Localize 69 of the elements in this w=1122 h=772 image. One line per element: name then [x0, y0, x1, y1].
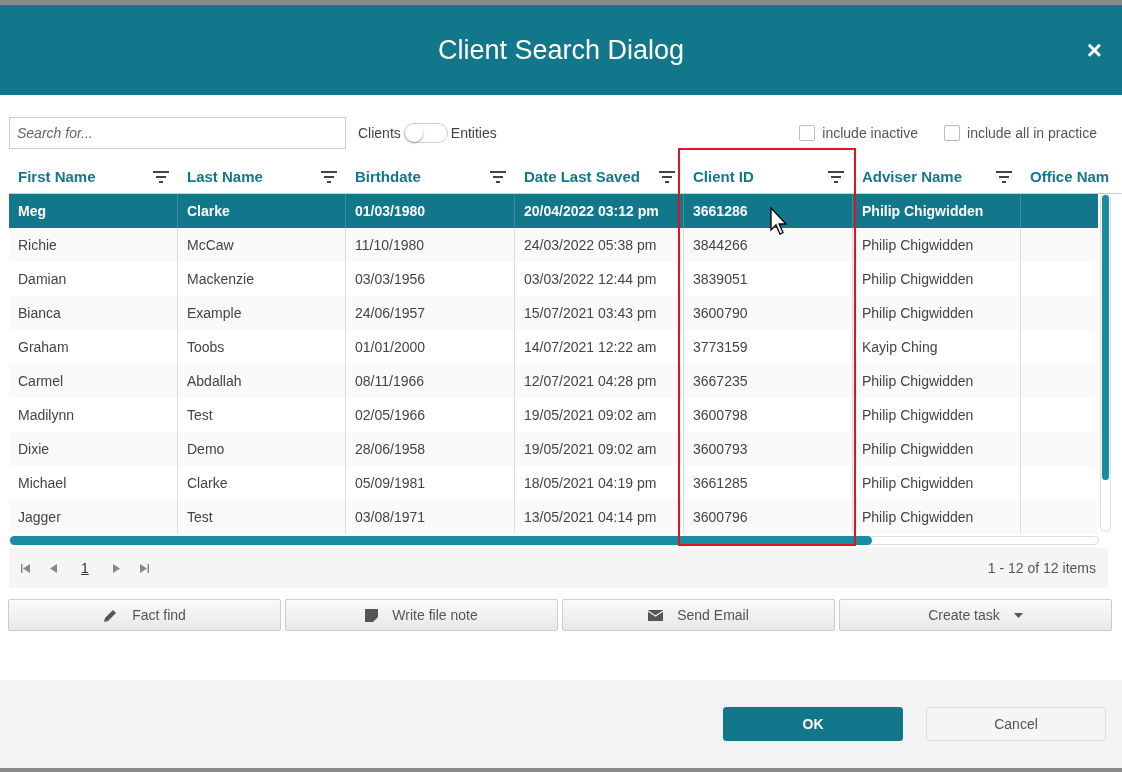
table-cell[interactable]: Philip Chigwidden [853, 296, 1021, 330]
table-cell[interactable]: Meg [9, 194, 178, 228]
first-page-icon[interactable] [21, 563, 30, 573]
table-cell[interactable]: Example [178, 296, 346, 330]
ok-button[interactable]: OK [723, 707, 903, 741]
table-cell[interactable]: 13/05/2021 04:14 pm [515, 500, 684, 534]
action-button[interactable]: Write file note [285, 599, 558, 631]
table-cell[interactable]: 12/07/2021 04:28 pm [515, 364, 684, 398]
filter-icon[interactable] [321, 170, 337, 183]
table-cell[interactable]: 28/06/1958 [346, 432, 515, 466]
action-button[interactable]: Fact find [8, 599, 281, 631]
checkbox[interactable] [944, 125, 961, 141]
table-cell[interactable]: 03/08/1971 [346, 500, 515, 534]
table-cell[interactable]: Test [178, 500, 346, 534]
table-cell[interactable]: Philip Chigwidden [853, 364, 1021, 398]
table-cell[interactable]: Philip Chigwidden [853, 500, 1021, 534]
table-cell[interactable]: 11/10/1980 [346, 228, 515, 262]
cursor-icon [770, 207, 788, 235]
last-page-icon[interactable] [139, 563, 149, 573]
table-cell[interactable]: 20/04/2022 03:12 pm [515, 194, 684, 228]
action-button[interactable]: Create task [839, 599, 1112, 631]
previous-page-icon[interactable] [50, 563, 57, 573]
table-cell[interactable]: 08/11/1966 [346, 364, 515, 398]
table-cell[interactable]: 24/03/2022 05:38 pm [515, 228, 684, 262]
table-cell[interactable]: 3600790 [684, 296, 853, 330]
toggle-label: Entities [450, 125, 497, 141]
pencil-icon [103, 607, 119, 623]
table-cell[interactable]: 3661286 [684, 194, 853, 228]
toggle-label: Clients [358, 125, 401, 141]
filter-icon[interactable] [828, 170, 844, 183]
pager-summary: 1 - 12 of 12 items [987, 560, 1096, 576]
table-cell[interactable]: Jagger [9, 500, 178, 534]
table-cell[interactable]: Philip Chigwidden [853, 194, 1021, 228]
checkbox-label: include all in practice [967, 125, 1097, 141]
page-link[interactable]: 1 [77, 560, 93, 576]
table-cell[interactable]: McCaw [178, 228, 346, 262]
note-icon [365, 608, 379, 622]
table-cell[interactable]: 19/05/2021 09:02 am [515, 432, 684, 466]
table-cell[interactable]: 3600793 [684, 432, 853, 466]
table-cell[interactable]: Philip Chigwidden [853, 432, 1021, 466]
table-cell[interactable]: 15/07/2021 03:43 pm [515, 296, 684, 330]
dialog-title: Client Search Dialog [437, 34, 685, 66]
table-cell[interactable]: 01/03/1980 [346, 194, 515, 228]
toggle-switch[interactable] [403, 123, 448, 143]
table-cell[interactable]: Dixie [9, 432, 178, 466]
checkbox-label: include inactive [822, 125, 919, 141]
table-cell[interactable]: Richie [9, 228, 178, 262]
action-button[interactable]: Send Email [562, 599, 835, 631]
table-cell[interactable]: Philip Chigwidden [853, 228, 1021, 262]
filter-icon[interactable] [153, 170, 169, 183]
table-cell[interactable]: 3844266 [684, 228, 853, 262]
table-cell[interactable]: Abdallah [178, 364, 346, 398]
table-cell[interactable]: 3667235 [684, 364, 853, 398]
close-button[interactable]: × [1086, 35, 1102, 66]
envelope-icon [648, 609, 664, 621]
search-field[interactable]: Search for... [9, 117, 346, 149]
filter-icon[interactable] [996, 170, 1012, 183]
checkbox[interactable] [799, 125, 816, 141]
table-cell[interactable]: 24/06/1957 [346, 296, 515, 330]
table-cell[interactable]: Carmel [9, 364, 178, 398]
next-page-icon[interactable] [112, 563, 120, 573]
table-cell[interactable]: Demo [178, 432, 346, 466]
filter-icon[interactable] [659, 170, 675, 183]
filter-icon[interactable] [490, 170, 506, 183]
table-cell[interactable]: Bianca [9, 296, 178, 330]
table-cell[interactable]: 3600796 [684, 500, 853, 534]
cancel-button[interactable]: Cancel [926, 707, 1106, 741]
caret-icon [1013, 612, 1023, 618]
table-cell[interactable]: Clarke [178, 194, 346, 228]
